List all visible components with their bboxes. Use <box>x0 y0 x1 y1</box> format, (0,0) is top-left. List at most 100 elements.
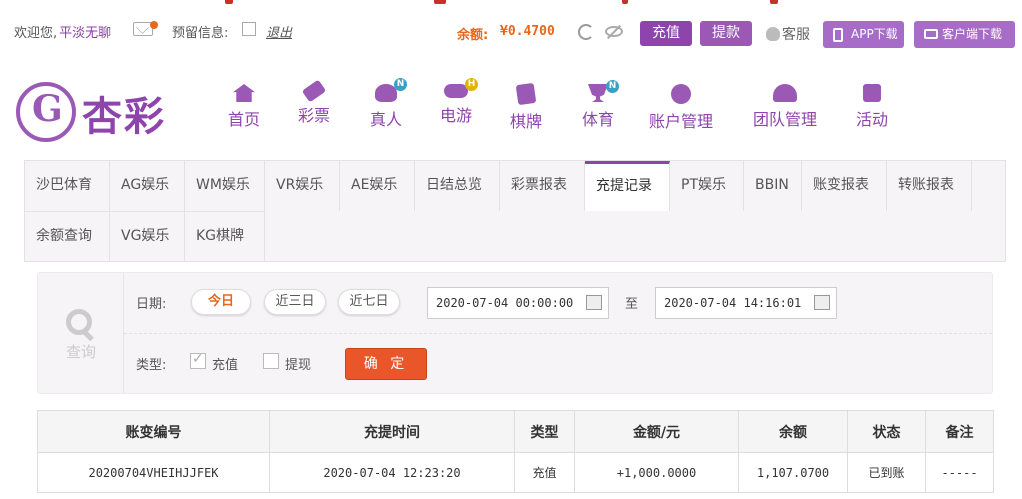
date-from-value: 2020-07-04 00:00:00 <box>436 296 574 310</box>
nav-label: 首页 <box>227 110 260 129</box>
cell-balance: 1,107.0700 <box>738 452 848 493</box>
badge-h: H <box>465 78 478 91</box>
unread-dot <box>150 21 158 29</box>
welcome-text: 欢迎您, 平淡无聊 <box>14 22 111 41</box>
tab-daily-summary[interactable]: 日结总览 <box>415 161 500 211</box>
col-header-serial: 账变编号 <box>37 410 270 453</box>
team-icon <box>773 84 797 102</box>
customer-service-link[interactable]: 客服 <box>766 24 810 44</box>
tab-balance-query[interactable]: 余额查询 <box>25 211 110 261</box>
client-download-button[interactable]: 客户端下载 <box>914 21 1015 48</box>
logo-text: 杏彩 <box>82 94 166 140</box>
recharge-button[interactable]: 充值 <box>640 21 692 46</box>
range-7days-button[interactable]: 近七日 <box>338 289 400 315</box>
badge-n: N <box>394 78 407 91</box>
cell-serial: 20200704VHEIHJJFEK <box>37 452 270 493</box>
col-header-remark: 备注 <box>925 410 994 453</box>
withdraw-button[interactable]: 提款 <box>700 21 752 46</box>
date-label: 日期: <box>136 297 167 312</box>
cell-time: 2020-07-04 12:23:20 <box>269 452 515 493</box>
logo-mark: G <box>16 82 76 142</box>
badge-n: N <box>606 80 619 93</box>
cards-icon <box>515 82 537 106</box>
balance-value: ¥0.4700 <box>500 24 555 39</box>
nav-item-chess[interactable]: 棋牌 <box>504 82 548 132</box>
hide-balance-icon[interactable] <box>605 26 623 37</box>
nav-item-team[interactable]: 团队管理 <box>750 84 820 130</box>
range-today-button[interactable]: 今日 <box>191 289 251 315</box>
col-header-balance: 余额 <box>738 410 848 453</box>
row-divider <box>124 333 992 334</box>
tab-change-report[interactable]: 账变报表 <box>802 161 887 211</box>
table-header-row: 账变编号 充提时间 类型 金额/元 余额 状态 备注 <box>37 410 994 453</box>
nav-item-egames[interactable]: H 电游 <box>434 78 478 126</box>
nav-label: 电游 <box>439 106 472 125</box>
tab-kg-chess[interactable]: KG棋牌 <box>185 211 265 261</box>
nav-label: 活动 <box>855 110 888 129</box>
refresh-icon[interactable] <box>578 24 594 40</box>
tab-shaba-sports[interactable]: 沙巴体育 <box>25 161 110 211</box>
col-header-type: 类型 <box>514 410 575 453</box>
nav-item-sports[interactable]: N 体育 <box>576 80 620 130</box>
monitor-icon <box>924 29 938 39</box>
tab-pt[interactable]: PT娱乐 <box>670 161 744 211</box>
withdraw-checkbox[interactable] <box>263 353 279 369</box>
top-bar: 欢迎您, 平淡无聊 预留信息: 退出 余额: ¥0.4700 充值 提款 客服 A… <box>0 0 1022 62</box>
tab-transfer-report[interactable]: 转账报表 <box>887 161 972 211</box>
top-decor <box>0 0 1022 4</box>
dealer-icon: N <box>375 78 407 102</box>
table-row: 20200704VHEIHJJFEK 2020-07-04 12:23:20 充… <box>37 452 994 493</box>
tab-vr[interactable]: VR娱乐 <box>265 161 340 211</box>
tab-ag[interactable]: AG娱乐 <box>110 161 185 211</box>
ticket-icon <box>301 79 327 103</box>
welcome-prefix: 欢迎您, <box>14 26 58 41</box>
confirm-button[interactable]: 确 定 <box>345 348 427 380</box>
trophy-icon <box>588 84 608 102</box>
site-logo[interactable]: G 杏彩 <box>14 80 174 144</box>
gift-icon <box>863 84 881 102</box>
withdraw-checkbox-label: 提现 <box>285 358 312 373</box>
tab-lottery-report[interactable]: 彩票报表 <box>500 161 585 211</box>
username[interactable]: 平淡无聊 <box>59 26 111 41</box>
date-to-input[interactable]: 2020-07-04 14:16:01 <box>655 287 837 319</box>
calendar-icon[interactable] <box>586 295 602 310</box>
tab-ae[interactable]: AE娱乐 <box>340 161 415 211</box>
app-download-button[interactable]: APP下载 <box>823 21 904 48</box>
recharge-checkbox-label: 充值 <box>212 358 239 373</box>
nav-item-live[interactable]: N 真人 <box>364 78 408 130</box>
report-tabs: 沙巴体育 AG娱乐 WM娱乐 VR娱乐 AE娱乐 日结总览 彩票报表 充提记录 … <box>24 160 1006 262</box>
service-icon <box>766 27 780 41</box>
recharge-checkbox[interactable] <box>190 351 206 369</box>
nav-label: 体育 <box>581 110 614 129</box>
reserve-info-label: 预留信息: <box>172 26 229 41</box>
home-icon <box>233 84 255 102</box>
range-3days-button[interactable]: 近三日 <box>264 289 326 315</box>
logout-link[interactable]: 退出 <box>266 22 292 41</box>
nav-label: 真人 <box>369 110 402 129</box>
client-download-label: 客户端下载 <box>942 27 1003 41</box>
edit-icon[interactable] <box>242 22 256 36</box>
col-header-amount: 金额/元 <box>574 410 739 453</box>
tab-bbin[interactable]: BBIN <box>744 161 802 211</box>
to-label: 至 <box>625 297 639 312</box>
tab-deposit-withdraw[interactable]: 充提记录 <box>585 161 670 211</box>
cell-status: 已到账 <box>847 452 926 493</box>
records-table: 账变编号 充提时间 类型 金额/元 余额 状态 备注 20200704VHEIH… <box>37 410 994 493</box>
query-label: 查询 <box>65 343 96 361</box>
nav-label: 团队管理 <box>752 110 817 129</box>
phone-icon <box>833 28 843 42</box>
nav-label: 棋牌 <box>509 112 542 131</box>
nav-label: 彩票 <box>297 106 330 125</box>
nav-item-account[interactable]: 账户管理 <box>646 84 716 132</box>
nav-item-home[interactable]: 首页 <box>222 84 266 130</box>
tab-vg[interactable]: VG娱乐 <box>110 211 185 261</box>
query-panel: 查询 日期: 今日 近三日 近七日 2020-07-04 00:00:00 至 … <box>37 272 993 394</box>
query-side: 查询 <box>38 273 124 393</box>
date-from-input[interactable]: 2020-07-04 00:00:00 <box>427 287 609 319</box>
cell-amount: +1,000.0000 <box>574 452 739 493</box>
calendar-icon[interactable] <box>814 295 830 310</box>
nav-item-events[interactable]: 活动 <box>852 84 892 130</box>
nav-item-lottery[interactable]: 彩票 <box>292 79 336 126</box>
balance-label: 余额: <box>457 28 489 43</box>
tab-wm[interactable]: WM娱乐 <box>185 161 265 211</box>
